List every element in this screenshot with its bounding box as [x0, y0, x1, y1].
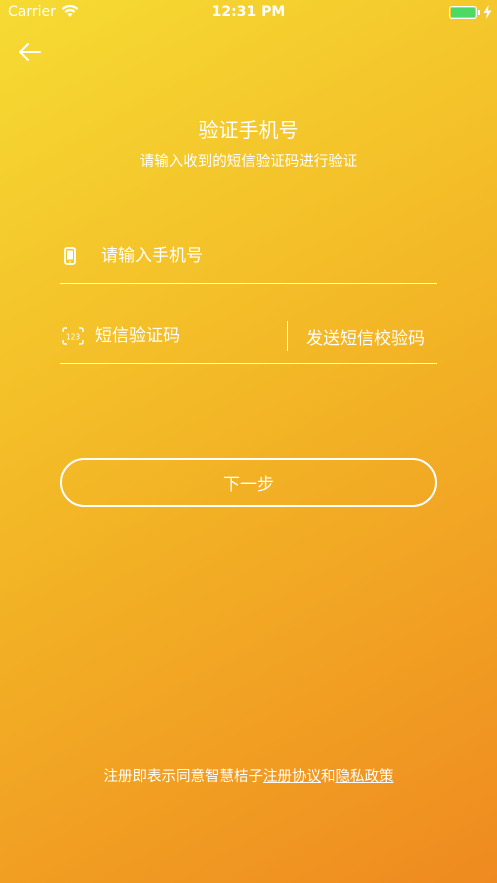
- code-field: 123 发送短信校验码: [60, 314, 437, 364]
- charging-bolt-icon: [483, 5, 492, 23]
- phone-field: [60, 234, 437, 284]
- privacy-policy-link[interactable]: 隐私政策: [336, 769, 394, 785]
- next-button[interactable]: 下一步: [60, 458, 437, 507]
- back-button[interactable]: [14, 38, 46, 66]
- field-divider: [287, 321, 288, 351]
- code-input[interactable]: [95, 322, 275, 350]
- svg-text:123: 123: [66, 333, 81, 342]
- phone-input[interactable]: [101, 242, 421, 270]
- send-code-button[interactable]: 发送短信校验码: [306, 324, 425, 349]
- terms-prefix: 注册即表示同意智慧桔子: [103, 769, 264, 785]
- agreement-link[interactable]: 注册协议: [263, 769, 321, 785]
- phone-icon: [64, 247, 76, 269]
- terms-footer: 注册即表示同意智慧桔子注册协议和隐私政策: [0, 765, 497, 786]
- arrow-left-icon: [19, 43, 41, 61]
- terms-conjunction: 和: [321, 769, 336, 785]
- status-bar: Carrier 12:31 PM: [0, 0, 497, 26]
- next-button-label: 下一步: [223, 475, 274, 495]
- page-title: 验证手机号: [198, 118, 299, 142]
- battery-icon: [449, 6, 480, 19]
- keypad-123-icon: 123: [62, 327, 84, 349]
- page-subtitle: 请输入收到的短信验证码进行验证: [139, 154, 358, 170]
- status-time: 12:31 PM: [211, 4, 286, 20]
